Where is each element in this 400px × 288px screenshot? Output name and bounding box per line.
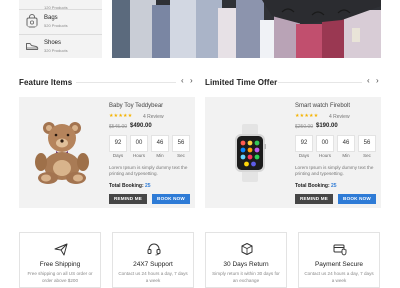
rating-stars-icon: ★★★★★ [295, 113, 319, 119]
old-price: $545.00 [109, 124, 128, 130]
review-count: 4 Review [143, 114, 164, 120]
timer-days-value: 92 [295, 135, 313, 152]
timer-hours-label: Hours [132, 153, 145, 158]
old-price: $250.00 [295, 124, 314, 130]
service-return: 30 Days Return Simply return it within 3… [205, 232, 287, 288]
category-name: Bags [44, 15, 58, 21]
timer-minutes-value: 46 [337, 135, 355, 152]
divider [76, 82, 176, 83]
shield-payment-icon [333, 244, 347, 256]
timer-minutes-label: Min [342, 153, 350, 158]
smart-watch-image [235, 124, 266, 182]
timer-seconds-label: Sec [363, 153, 371, 158]
timer-hours-value: 00 [316, 135, 334, 152]
timer-minutes-label: Min [156, 153, 164, 158]
service-payment: Payment Secure Contact us 24 hours a day… [298, 232, 380, 288]
shoe-icon [26, 43, 39, 50]
timer-hours-value: 00 [130, 135, 148, 152]
clothes-rack-image [112, 0, 381, 58]
remind-me-button[interactable]: REMIND ME [109, 194, 147, 204]
new-price: $190.00 [316, 123, 338, 129]
bag-icon [26, 14, 38, 28]
service-title: 30 Days Return [223, 261, 269, 268]
timer-seconds-label: Sec [177, 153, 185, 158]
product-description: Lorem Ipsum is simply dummy text the pri… [295, 165, 374, 176]
timer-minutes-value: 46 [151, 135, 169, 152]
timer-hours-label: Hours [318, 153, 331, 158]
category-count: 520 Products [44, 23, 68, 28]
book-now-button[interactable]: BOOK NOW [338, 194, 376, 204]
prev-arrow-icon[interactable]: ‹ [181, 76, 184, 85]
new-price: $490.00 [130, 123, 152, 129]
total-booking: Total Booking: 25 [295, 183, 337, 189]
timer-days-value: 92 [109, 135, 127, 152]
service-title: Free Shipping [39, 261, 81, 268]
product-name[interactable]: Smart watch Firebolt [295, 103, 350, 109]
service-support: 24X7 Support Contact us 24 hours a day, … [112, 232, 194, 288]
next-arrow-icon[interactable]: › [376, 76, 379, 85]
timer-days-label: Days [112, 153, 124, 158]
category-count: 320 Products [44, 48, 68, 53]
remind-me-button[interactable]: REMIND ME [295, 194, 333, 204]
product-description: Lorem Ipsum is simply dummy text the pri… [109, 165, 188, 176]
timer-days-label: Days [298, 153, 310, 158]
service-title: 24X7 Support [133, 261, 173, 268]
total-booking: Total Booking: 25 [109, 183, 151, 189]
service-description: Simply return it within 30 days for an e… [212, 271, 280, 283]
headset-icon [147, 243, 161, 256]
countdown-timer: 92 00 46 56 Days Hours Min Sec [109, 135, 199, 161]
countdown-timer: 92 00 46 56 Days Hours Min Sec [295, 135, 385, 161]
divider [278, 82, 362, 83]
book-now-button[interactable]: BOOK NOW [152, 194, 190, 204]
total-booking-count: 25 [145, 183, 151, 189]
service-description: Contact us 24 hours a day, 7 days a week [304, 271, 374, 283]
product-name[interactable]: Baby Toy Teddybear [109, 103, 163, 109]
total-booking-count: 25 [331, 183, 337, 189]
prev-arrow-icon[interactable]: ‹ [367, 76, 370, 85]
total-booking-label: Total Booking: [109, 183, 144, 189]
review-count: 4 Review [329, 114, 350, 120]
category-item-shoes[interactable]: Shoes 320 Products [19, 35, 102, 59]
box-return-icon [241, 243, 253, 255]
category-list: 120 Products Bags 520 Products Shoes 320… [19, 0, 102, 58]
category-name: Shoes [44, 40, 62, 46]
timer-seconds-value: 56 [172, 135, 190, 152]
product-card-smartwatch[interactable]: Smart watch Firebolt ★★★★★ 4 Review $250… [205, 97, 381, 208]
section-title-limited-time-offer: Limited Time Offer [205, 78, 278, 87]
timer-seconds-value: 56 [358, 135, 376, 152]
service-description: Free shipping on all US order or order a… [27, 271, 93, 283]
category-item-bags[interactable]: Bags 520 Products [19, 10, 102, 34]
hero-banner-image[interactable] [112, 0, 381, 58]
next-arrow-icon[interactable]: › [190, 76, 193, 85]
product-card-teddybear[interactable]: Baby Toy Teddybear ★★★★★ 4 Review $545.0… [19, 97, 195, 208]
total-booking-label: Total Booking: [295, 183, 330, 189]
service-description: Contact us 24 hours a day, 7 days a week [118, 271, 188, 283]
airplane-icon [54, 243, 68, 256]
teddy-bear-image [35, 122, 89, 184]
service-free-shipping: Free Shipping Free shipping on all US or… [19, 232, 101, 288]
section-title-feature-items: Feature Items [19, 78, 73, 87]
service-title: Payment Secure [314, 261, 364, 268]
rating-stars-icon: ★★★★★ [109, 113, 133, 119]
